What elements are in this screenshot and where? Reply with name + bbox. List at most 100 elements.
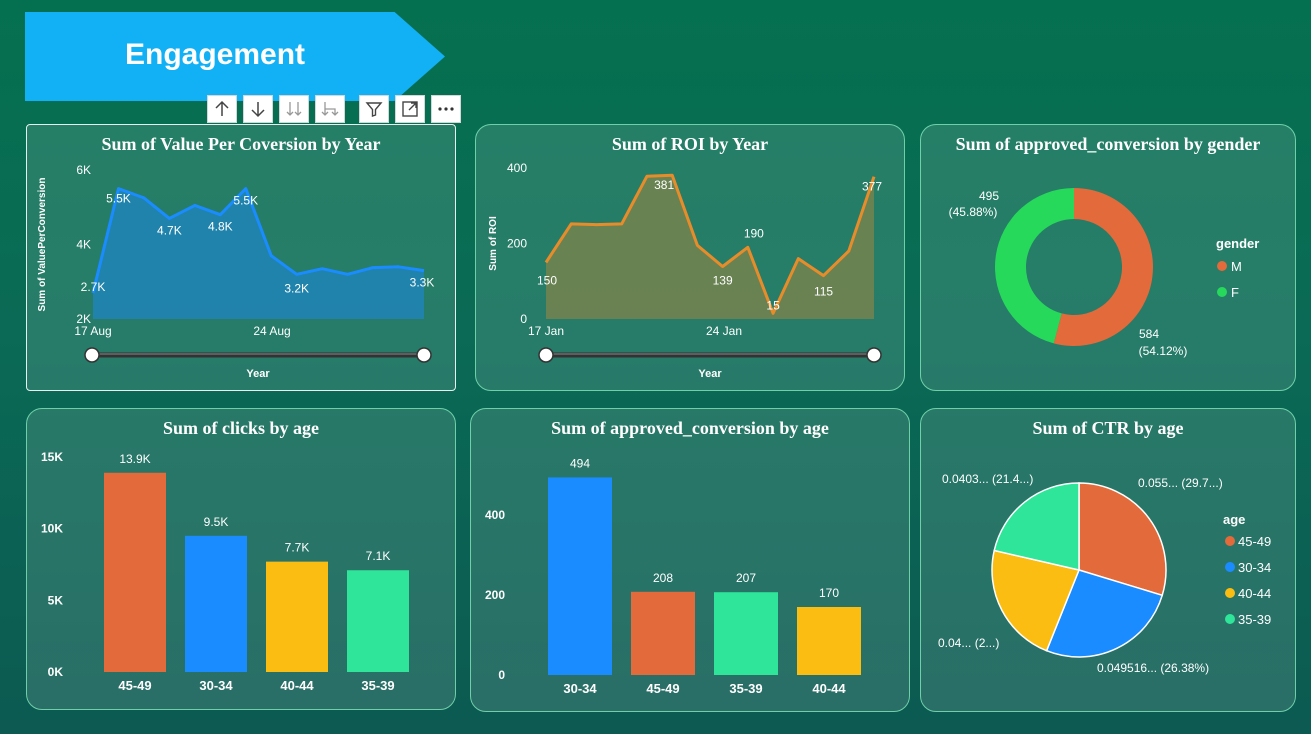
expand-all-button[interactable] (315, 95, 345, 123)
x-tick-label: 17 Aug (74, 324, 111, 338)
clicks-by-age-card[interactable]: Sum of clicks by age 0K 5K 10K 15K 13.9K 45-4… (26, 408, 456, 710)
y-tick-label: 400 (485, 508, 505, 522)
drill-up-button[interactable] (207, 95, 237, 123)
focus-mode-button[interactable] (395, 95, 425, 123)
data-label: 381 (654, 178, 674, 192)
value-per-conversion-chart: 2K4K6K17 Aug 24 AugSum of ValuePerConvers… (37, 163, 435, 380)
x-tick-label: 35-39 (361, 678, 394, 693)
visual-header-toolbar (207, 95, 461, 123)
filter-button[interactable] (359, 95, 389, 123)
legend-marker (1225, 562, 1235, 572)
slice-percent-label: (54.12%) (1139, 344, 1188, 358)
approved-by-age-chart: 0 200 400 494 30-34 208 45-49 207 35-39 170 40-44 (485, 456, 861, 696)
data-label: 150 (537, 273, 557, 287)
page-banner: Engagement (25, 12, 445, 101)
clicks-by-age-chart: 0K 5K 10K 15K 13.9K 45-49 9.5K 30-34 7.7K 40-44 7.… (41, 450, 409, 693)
legend-label: 40-44 (1238, 586, 1271, 601)
y-tick-label: 4K (76, 238, 91, 252)
data-label: 494 (570, 456, 590, 470)
bar-40-44 (266, 561, 328, 672)
data-label: 4.7K (157, 223, 182, 237)
bar-30-34 (185, 535, 247, 672)
slice-label: 0.0403... (21.4...) (942, 472, 1033, 486)
legend-label: 30-34 (1238, 560, 1271, 575)
x-tick-label: 24 Jan (706, 324, 742, 338)
data-label: 208 (653, 571, 673, 585)
legend-label: F (1231, 285, 1239, 300)
data-label: 9.5K (204, 515, 229, 529)
legend-title: age (1223, 512, 1245, 527)
data-label: 5.5K (233, 194, 258, 208)
y-tick-label: 400 (507, 161, 527, 175)
bar-30-34 (548, 477, 612, 675)
data-label: 3.3K (410, 276, 435, 290)
approved-by-age-card[interactable]: Sum of approved_conversion by age 0 200 40… (470, 408, 910, 712)
data-label: 3.2K (284, 281, 309, 295)
bar-45-49 (104, 472, 166, 672)
approved-by-gender-card[interactable]: Sum of approved_conversion by gender 495… (920, 124, 1296, 391)
slider-start-handle[interactable] (84, 347, 100, 363)
area-fill (93, 188, 424, 319)
x-tick-label: 17 Jan (528, 324, 564, 338)
bar-45-49 (631, 591, 695, 675)
legend-marker (1225, 614, 1235, 624)
more-options-button[interactable] (431, 95, 461, 123)
legend-marker (1217, 287, 1227, 297)
roi-chart: 0 200 400 17 Jan 24 Jan Sum of ROI 150 381 139 19… (488, 161, 882, 380)
x-tick-label: 30-34 (563, 681, 597, 696)
slider-end-handle[interactable] (416, 347, 432, 363)
data-label: 139 (713, 274, 733, 288)
approved-by-gender-chart: 495 (45.88%) 584 (54.12%) gender MF (949, 188, 1259, 358)
bar-35-39 (714, 592, 778, 675)
slider-start-handle[interactable] (538, 347, 554, 363)
roi-card[interactable]: Sum of ROI by Year 0 200 400 17 Jan 24 Jan Su… (475, 124, 905, 391)
data-label: 5.5K (106, 192, 131, 206)
data-label: 170 (819, 586, 839, 600)
page-title: Engagement (124, 38, 306, 71)
expand-down-icon (286, 102, 302, 116)
ctr-by-age-chart: 0.055... (29.7...) 0.049516... (26.38%) 0.… (938, 472, 1271, 675)
x-tick-label: 35-39 (729, 681, 762, 696)
data-label: 190 (744, 226, 764, 240)
legend-marker (1217, 261, 1227, 271)
y-axis-title: Sum of ValuePerConversion (37, 178, 48, 312)
data-label: 13.9K (119, 452, 150, 466)
more-options-icon (438, 107, 454, 111)
y-tick-label: 200 (507, 237, 527, 251)
x-axis-title: Year (698, 368, 722, 380)
bar-35-39 (347, 570, 409, 672)
data-label: 7.7K (285, 541, 310, 555)
y-tick-label: 5K (48, 593, 64, 607)
y-tick-label: 0K (48, 665, 64, 679)
slice-value-label: 584 (1139, 327, 1159, 341)
arrow-up-icon (215, 100, 229, 116)
next-level-button[interactable] (279, 95, 309, 123)
data-label: 115 (814, 285, 833, 299)
filter-icon (365, 102, 383, 117)
x-tick-label: 40-44 (812, 681, 846, 696)
data-label: 15 (766, 298, 780, 312)
ctr-by-age-card[interactable]: Sum of CTR by age 0.055... (29.7...) 0.04… (920, 408, 1296, 712)
data-label: 2.7K (81, 280, 106, 294)
y-tick-label: 0 (498, 668, 505, 682)
legend-label: 35-39 (1238, 612, 1271, 627)
y-tick-label: 6K (76, 163, 91, 177)
slider-end-handle[interactable] (866, 347, 882, 363)
slice-label: 0.055... (29.7...) (1138, 476, 1223, 490)
data-label: 4.8K (208, 220, 233, 234)
y-axis-title: Sum of ROI (488, 216, 499, 271)
legend-marker (1225, 536, 1235, 546)
expand-all-icon (321, 102, 339, 116)
x-tick-label: 45-49 (646, 681, 679, 696)
data-label: 7.1K (366, 549, 391, 563)
legend-title: gender (1216, 236, 1259, 251)
slice-percent-label: (45.88%) (949, 205, 998, 219)
drill-down-button[interactable] (243, 95, 273, 123)
x-axis-title: Year (246, 368, 270, 380)
legend-label: 45-49 (1238, 534, 1271, 549)
x-tick-label: 30-34 (199, 678, 233, 693)
slice-value-label: 495 (979, 189, 999, 203)
legend-label: M (1231, 259, 1242, 274)
value-per-conversion-card[interactable]: Sum of Value Per Coversion by Year 2K 4K 6… (26, 124, 456, 391)
y-tick-label: 10K (41, 522, 63, 536)
